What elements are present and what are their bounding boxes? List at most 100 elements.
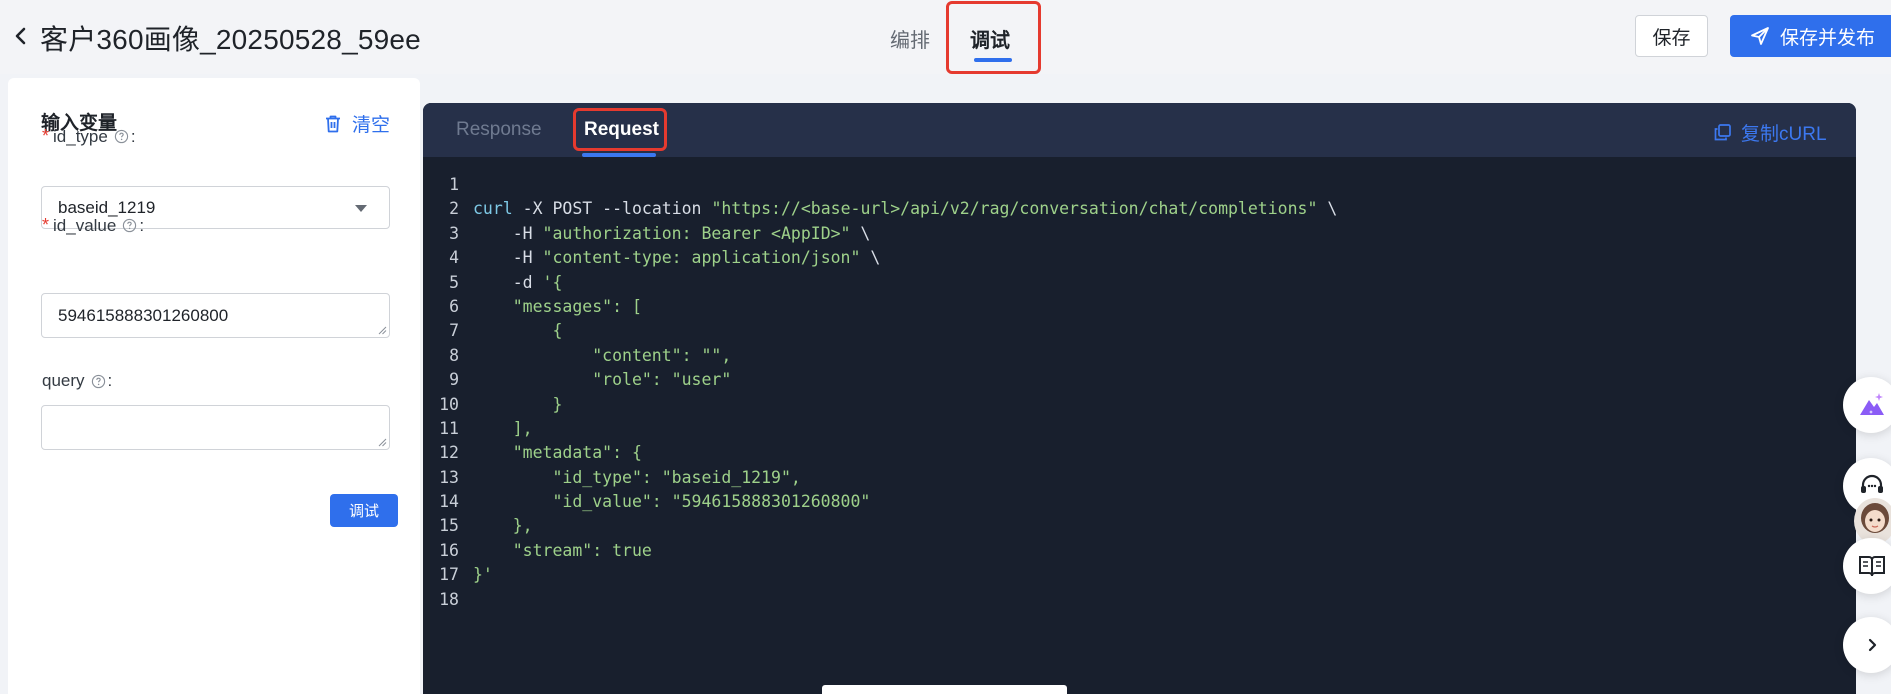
line-code: ], <box>459 417 533 441</box>
code-line: 11 ], <box>423 417 1856 441</box>
horizontal-scrollbar[interactable] <box>822 685 1067 694</box>
clear-button[interactable]: 清空 <box>323 110 390 137</box>
code-token: \ <box>850 223 871 243</box>
code-token: }' <box>473 565 493 585</box>
code-token: }, <box>473 516 533 536</box>
line-code: -H "content-type: application/json" \ <box>459 246 881 270</box>
line-number: 5 <box>449 272 459 292</box>
line-number: 15 <box>439 516 459 536</box>
code-line: 9 "role": "user" <box>423 368 1856 392</box>
query-textarea[interactable] <box>41 405 390 450</box>
code-line: 15 }, <box>423 514 1856 538</box>
back-chevron-icon[interactable] <box>10 22 34 50</box>
line-code: -H "authorization: Bearer <AppID>" \ <box>459 222 871 246</box>
line-code: "messages": [ <box>459 295 642 319</box>
code-token: } <box>473 394 563 414</box>
line-number: 3 <box>449 223 459 243</box>
code-token: -H <box>473 248 543 268</box>
tab-orchestrate[interactable]: 编排 <box>890 24 930 53</box>
help-circle-icon[interactable] <box>91 374 106 389</box>
code-token: "authorization: Bearer <AppID>" <box>542 223 851 243</box>
code-editor[interactable]: 1 2 curl -X POST --location "https://<base… <box>423 173 1856 612</box>
code-token: -H <box>473 223 543 243</box>
code-token: curl <box>473 199 513 219</box>
headset-icon <box>1861 474 1883 493</box>
code-token: "content-type: application/json" <box>542 248 861 268</box>
line-number: 17 <box>439 565 459 585</box>
code-token: \ <box>1317 199 1338 219</box>
line-number: 1 <box>449 175 459 194</box>
required-asterisk: * <box>42 126 50 146</box>
code-token: "id_type": "baseid_1219", <box>473 467 801 487</box>
save-and-publish-button[interactable]: 保存并发布 <box>1730 15 1891 57</box>
line-code: }, <box>459 514 533 538</box>
line-code: "id_type": "baseid_1219", <box>459 466 801 490</box>
line-code: } <box>459 393 562 417</box>
line-code: "role": "user" <box>459 368 731 392</box>
code-line: 4 -H "content-type: application/json" \ <box>423 246 1856 270</box>
ai-assistant-button[interactable] <box>1843 377 1891 433</box>
field-label-query: query : <box>42 371 112 391</box>
request-code-panel: Response Request 复制cURL 1 2 curl -X POST -… <box>423 103 1856 694</box>
tab-response[interactable]: Response <box>456 119 542 141</box>
code-token: \ <box>860 248 881 268</box>
code-line: 17 }' <box>423 563 1856 587</box>
required-asterisk: * <box>42 215 50 235</box>
code-token: "messages": [ <box>473 296 642 316</box>
book-icon <box>1859 556 1885 577</box>
code-token: "content": "", <box>473 345 732 365</box>
line-code: { <box>459 319 562 343</box>
field-label-id-value: * id_value : <box>42 215 144 236</box>
copy-curl-button[interactable]: 复制cURL <box>1714 119 1827 146</box>
code-line: 8 "content": "", <box>423 344 1856 368</box>
expand-panel-button[interactable] <box>1843 617 1891 673</box>
code-line: 18 <box>423 588 1856 612</box>
code-token: '{ <box>542 272 563 292</box>
copy-label: 复制cURL <box>1741 124 1827 145</box>
code-token: -d <box>473 272 543 292</box>
help-circle-icon[interactable] <box>114 129 129 144</box>
header-bar: 客户360画像_20250528_59ee 编排 调试 保存 保存并发布 <box>0 0 1891 74</box>
resize-grip-icon[interactable] <box>378 326 387 335</box>
send-icon <box>1751 27 1769 45</box>
line-number: 14 <box>439 492 459 512</box>
code-tab-active-indicator <box>582 153 656 157</box>
label-colon: : <box>107 371 113 390</box>
docs-button[interactable] <box>1843 538 1891 594</box>
label-colon: : <box>139 215 145 235</box>
code-line: 7 { <box>423 319 1856 343</box>
field-name: id_type <box>53 126 108 146</box>
id-value-textarea[interactable]: 594615888301260800 <box>41 293 390 338</box>
code-line: 3 -H "authorization: Bearer <AppID>" \ <box>423 222 1856 246</box>
tab-debug[interactable]: 调试 <box>970 24 1010 53</box>
line-code: -d '{ <box>459 271 563 295</box>
save-button[interactable]: 保存 <box>1635 15 1708 57</box>
debug-run-button[interactable]: 调试 <box>330 494 398 527</box>
resize-grip-icon[interactable] <box>378 438 387 447</box>
code-token: -X POST --location <box>512 199 712 219</box>
code-line: 14 "id_value": "594615888301260800" <box>423 490 1856 514</box>
line-code: }' <box>459 563 493 587</box>
code-token: { <box>473 321 563 341</box>
line-number: 12 <box>439 443 459 463</box>
code-token: ], <box>473 418 533 438</box>
code-token: "id_value": "594615888301260800" <box>473 492 871 512</box>
code-line: 5 -d '{ <box>423 271 1856 295</box>
textarea-value: 594615888301260800 <box>58 306 229 325</box>
code-token: "https://<base-url>/api/v2/rag/conversat… <box>711 199 1318 219</box>
line-number: 18 <box>439 589 459 609</box>
publish-label: 保存并发布 <box>1780 27 1876 49</box>
code-token: "metadata": { <box>473 443 642 463</box>
code-line: 10 } <box>423 393 1856 417</box>
line-code: curl -X POST --location "https://<base-u… <box>459 197 1337 221</box>
line-number: 2 <box>449 199 459 219</box>
code-token: "role": "user" <box>473 370 732 390</box>
caret-down-icon <box>355 205 367 212</box>
line-number: 4 <box>449 248 459 268</box>
tab-request[interactable]: Request <box>584 119 659 141</box>
help-circle-icon[interactable] <box>122 218 137 233</box>
line-number: 7 <box>449 321 459 341</box>
code-line: 2 curl -X POST --location "https://<base-… <box>423 197 1856 221</box>
